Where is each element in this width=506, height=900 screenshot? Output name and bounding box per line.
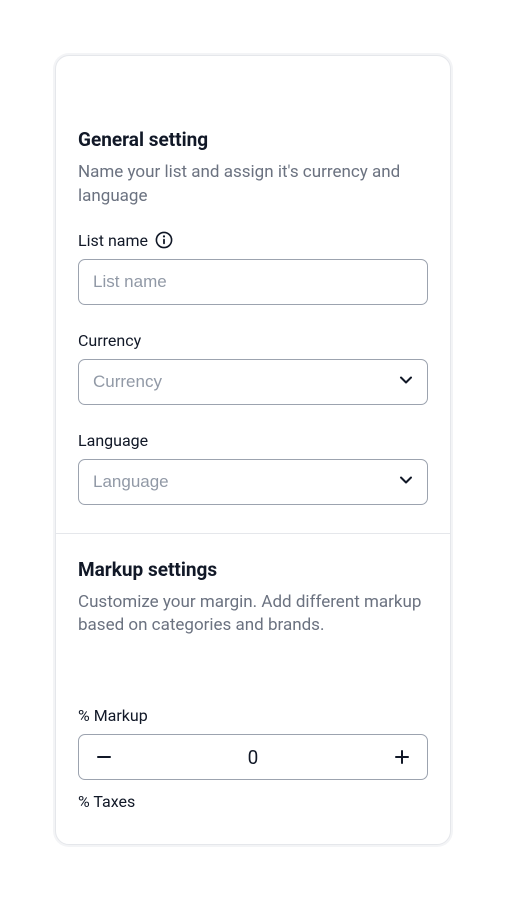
percent-taxes-label: % Taxes bbox=[78, 792, 428, 811]
general-setting-title: General setting bbox=[78, 128, 428, 151]
markup-settings-subtitle: Customize your margin. Add different mar… bbox=[78, 591, 428, 639]
currency-field: Currency Currency bbox=[78, 331, 428, 405]
percent-markup-label: % Markup bbox=[78, 706, 428, 725]
markup-value: 0 bbox=[129, 746, 377, 769]
markup-stepper: 0 bbox=[78, 734, 428, 780]
info-icon[interactable] bbox=[155, 231, 173, 249]
markup-increment-button[interactable] bbox=[377, 735, 427, 779]
language-label: Language bbox=[78, 431, 428, 450]
settings-card: General setting Name your list and assig… bbox=[55, 55, 451, 845]
language-select-wrap: Language bbox=[78, 459, 428, 505]
markup-decrement-button[interactable] bbox=[79, 735, 129, 779]
list-name-label: List name bbox=[78, 231, 148, 250]
list-name-field: List name bbox=[78, 231, 428, 305]
markup-settings-section: Markup settings Customize your margin. A… bbox=[56, 533, 450, 845]
list-name-label-row: List name bbox=[78, 231, 428, 250]
general-setting-subtitle: Name your list and assign it's currency … bbox=[78, 161, 428, 209]
markup-settings-title: Markup settings bbox=[78, 558, 428, 581]
list-name-input[interactable] bbox=[78, 259, 428, 305]
currency-select-wrap: Currency bbox=[78, 359, 428, 405]
currency-label: Currency bbox=[78, 331, 428, 350]
language-field: Language Language bbox=[78, 431, 428, 505]
language-select[interactable]: Language bbox=[78, 459, 428, 505]
currency-select[interactable]: Currency bbox=[78, 359, 428, 405]
general-setting-section: General setting Name your list and assig… bbox=[56, 56, 450, 533]
